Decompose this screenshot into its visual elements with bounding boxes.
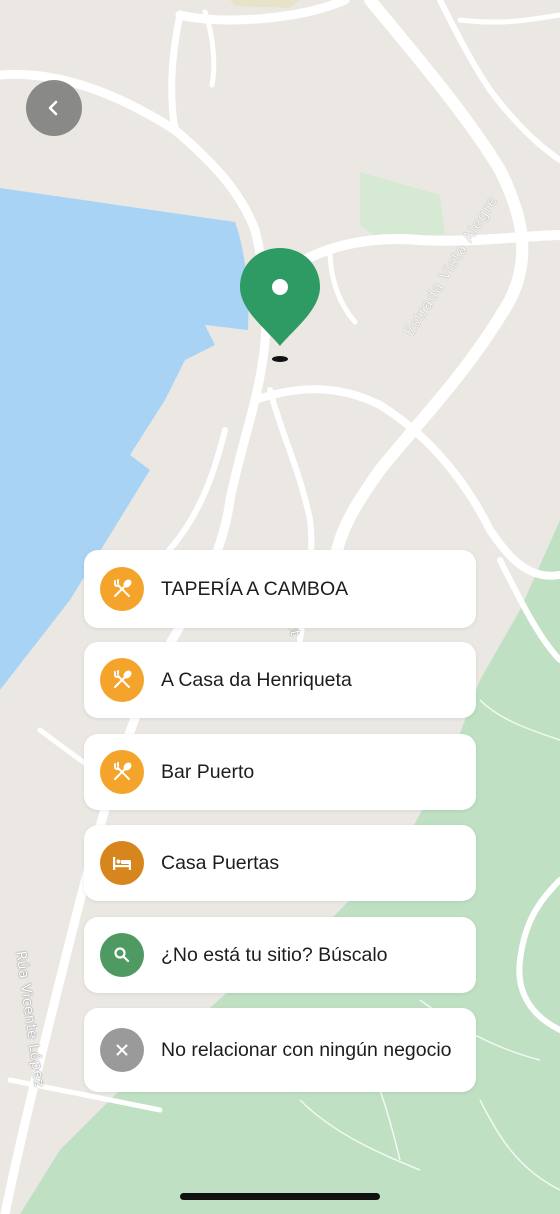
map-pin-icon[interactable] <box>238 248 322 368</box>
restaurant-icon <box>100 658 144 702</box>
close-icon <box>100 1028 144 1072</box>
business-option-label: TAPERÍA A CAMBOA <box>161 577 349 600</box>
chevron-left-icon <box>48 100 58 116</box>
search-icon <box>100 933 144 977</box>
business-option-label: Casa Puertas <box>161 851 280 874</box>
restaurant-icon <box>100 750 144 794</box>
business-option-label: Bar Puerto <box>161 760 255 783</box>
restaurant-icon <box>100 567 144 611</box>
business-option-a-casa-da-henriqueta[interactable]: A Casa da Henriqueta <box>84 642 476 718</box>
search-business-option[interactable]: ¿No está tu sitio? Búscalo <box>84 917 476 993</box>
business-option-label: ¿No está tu sitio? Búscalo <box>161 943 388 966</box>
business-option-label: A Casa da Henriqueta <box>161 668 352 691</box>
business-option-bar-puerto[interactable]: Bar Puerto <box>84 734 476 810</box>
home-indicator[interactable] <box>180 1193 380 1200</box>
bed-icon <box>100 841 144 885</box>
business-option-label: No relacionar con ningún negocio <box>161 1038 452 1061</box>
back-button[interactable] <box>26 80 82 136</box>
business-option-casa-puertas[interactable]: Casa Puertas <box>84 825 476 901</box>
no-business-option[interactable]: No relacionar con ningún negocio <box>84 1008 476 1092</box>
business-option-taperia-a-camboa[interactable]: TAPERÍA A CAMBOA <box>84 550 476 628</box>
